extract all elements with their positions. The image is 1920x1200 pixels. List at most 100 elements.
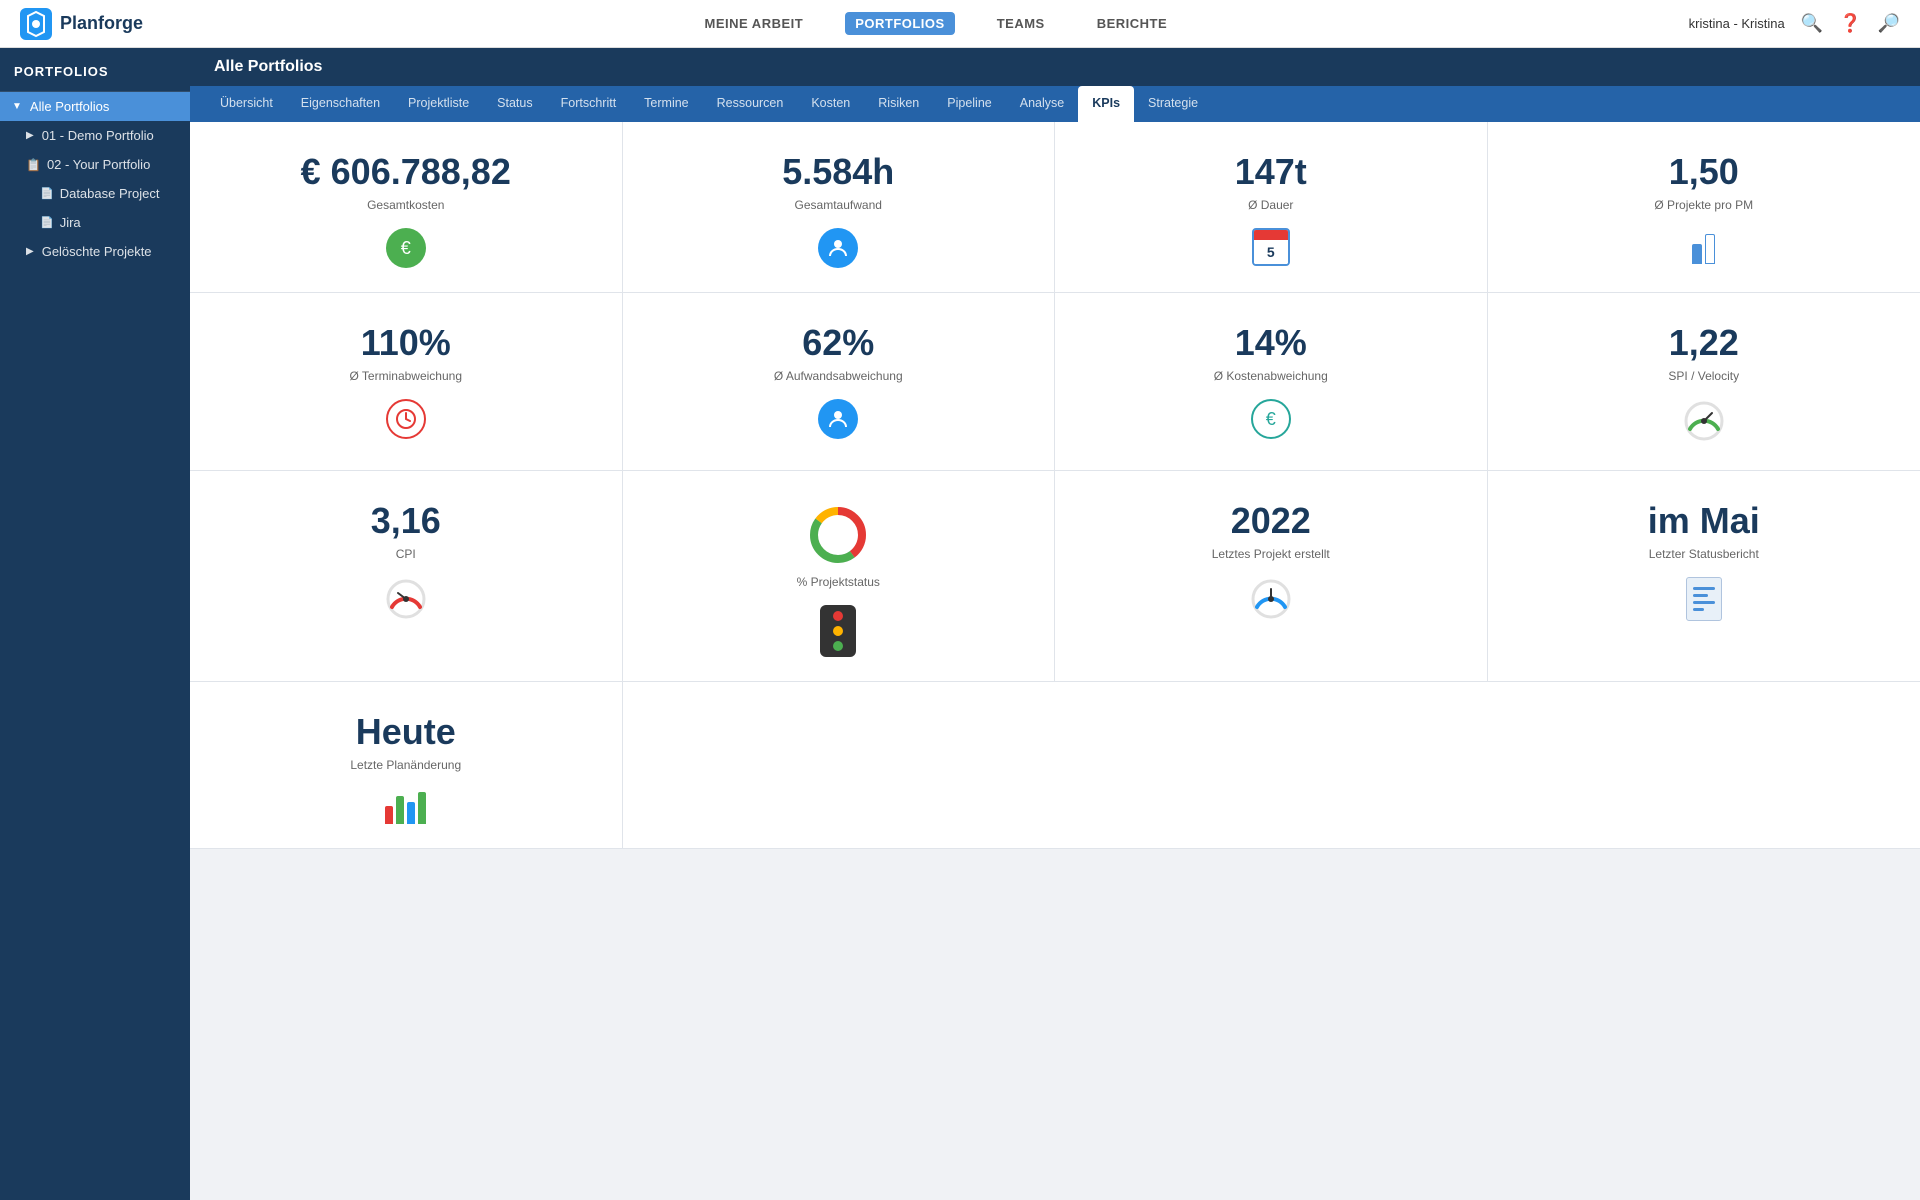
sidebar: PORTFOLIOS ▼ Alle Portfolios ▶ 01 - Demo… xyxy=(0,48,190,1200)
nav-teams[interactable]: TEAMS xyxy=(987,12,1055,35)
tab-kpis[interactable]: KPIs xyxy=(1078,86,1134,122)
kpi-row-4: Heute Letzte Planänderung xyxy=(190,682,1920,849)
kpi-projekte-pm: 1,50 Ø Projekte pro PM xyxy=(1488,122,1920,293)
tab-ubersicht[interactable]: Übersicht xyxy=(206,86,287,122)
kpi-kostenabweichung-icon-wrap: € xyxy=(1251,399,1291,439)
kpi-projektstatus: % Projektstatus xyxy=(623,471,1056,682)
help-icon[interactable]: ❓ xyxy=(1839,13,1861,34)
kpi-gesamtkosten-value: € 606.788,82 xyxy=(301,154,511,190)
nav-meine-arbeit[interactable]: MEINE ARBEIT xyxy=(695,12,814,35)
page-title: Alle Portfolios xyxy=(214,58,322,75)
person-circle-blue-icon xyxy=(818,399,858,439)
kpi-spi-velocity-label: SPI / Velocity xyxy=(1668,369,1739,383)
user-label[interactable]: kristina - Kristina xyxy=(1689,16,1785,31)
kpi-aufwandsabweichung-label: Ø Aufwandsabweichung xyxy=(774,369,903,383)
top-navigation: Planforge MEINE ARBEIT PORTFOLIOS TEAMS … xyxy=(0,0,1920,48)
sidebar-item-label: 02 - Your Portfolio xyxy=(47,157,150,172)
tab-analyse[interactable]: Analyse xyxy=(1006,86,1078,122)
kpi-spi-velocity-icon-wrap xyxy=(1682,399,1726,446)
sidebar-item-jira[interactable]: 📄 Jira xyxy=(0,208,190,237)
kpi-letztes-projekt-icon-wrap xyxy=(1249,577,1293,624)
sidebar-item-your-portfolio[interactable]: 📋 02 - Your Portfolio xyxy=(0,150,190,179)
kpi-dauer-label: Ø Dauer xyxy=(1248,198,1293,212)
kpi-projektstatus-icon-wrap xyxy=(820,605,856,657)
kpi-aufwandsabweichung: 62% Ø Aufwandsabweichung xyxy=(623,293,1056,471)
kpi-gesamtkosten-icon-wrap: € xyxy=(386,228,426,268)
kpi-row-3: 3,16 CPI xyxy=(190,471,1920,682)
nav-right: kristina - Kristina 🔍 ❓ 🔎 xyxy=(1689,13,1900,34)
kpi-letztes-projekt-label: Letztes Projekt erstellt xyxy=(1212,547,1330,561)
main-content: Alle Portfolios Übersicht Eigenschaften … xyxy=(190,48,1920,1200)
speedometer-green-icon xyxy=(1682,399,1726,443)
kpi-gesamtaufwand: 5.584h Gesamtaufwand xyxy=(623,122,1056,293)
sidebar-item-label: 01 - Demo Portfolio xyxy=(42,128,154,143)
kpi-statusbericht: im Mai Letzter Statusbericht xyxy=(1488,471,1920,682)
kpi-empty-1 xyxy=(623,682,1056,849)
kpi-aufwandsabweichung-icon-wrap xyxy=(818,399,858,439)
kpi-row-1: € 606.788,82 Gesamtkosten € 5.584h Gesam… xyxy=(190,122,1920,293)
tab-kosten[interactable]: Kosten xyxy=(797,86,864,122)
tl-yellow xyxy=(833,626,843,636)
kpi-letzte-plananderung-value: Heute xyxy=(356,714,456,750)
kpi-terminabweichung-label: Ø Terminabweichung xyxy=(349,369,462,383)
kpi-letzte-plananderung-icon-wrap xyxy=(385,788,426,824)
tab-pipeline[interactable]: Pipeline xyxy=(933,86,1005,122)
tab-risiken[interactable]: Risiken xyxy=(864,86,933,122)
kpi-gesamtaufwand-icon-wrap xyxy=(818,228,858,268)
tab-eigenschaften[interactable]: Eigenschaften xyxy=(287,86,394,122)
tab-projektliste[interactable]: Projektliste xyxy=(394,86,483,122)
tab-strategie[interactable]: Strategie xyxy=(1134,86,1212,122)
kpi-letztes-projekt: 2022 Letztes Projekt erstellt xyxy=(1055,471,1488,682)
traffic-light-icon xyxy=(820,605,856,657)
kpi-letztes-projekt-value: 2022 xyxy=(1231,503,1311,539)
kpi-statusbericht-label: Letzter Statusbericht xyxy=(1649,547,1759,561)
kpi-projekte-pm-value: 1,50 xyxy=(1669,154,1739,190)
kpi-statusbericht-icon-wrap xyxy=(1686,577,1722,621)
kpi-cpi-value: 3,16 xyxy=(371,503,441,539)
tl-red xyxy=(833,611,843,621)
expand-icon: ▼ xyxy=(12,101,22,112)
euro-teal-icon: € xyxy=(1251,399,1291,439)
person-blue-icon xyxy=(818,228,858,268)
content-header: Alle Portfolios xyxy=(190,48,1920,86)
tab-ressourcen[interactable]: Ressourcen xyxy=(703,86,798,122)
kpi-dauer: 147t Ø Dauer 5 xyxy=(1055,122,1488,293)
kpi-kostenabweichung-label: Ø Kostenabweichung xyxy=(1214,369,1328,383)
report-icon xyxy=(1686,577,1722,621)
kpi-gesamtkosten: € 606.788,82 Gesamtkosten € xyxy=(190,122,623,293)
tab-fortschritt[interactable]: Fortschritt xyxy=(547,86,631,122)
sidebar-item-database[interactable]: 📄 Database Project xyxy=(0,179,190,208)
kpi-spi-velocity: 1,22 SPI / Velocity xyxy=(1488,293,1920,471)
sidebar-item-label: Jira xyxy=(60,215,81,230)
kpi-letzte-plananderung: Heute Letzte Planänderung xyxy=(190,682,623,849)
kpi-projekte-pm-label: Ø Projekte pro PM xyxy=(1654,198,1753,212)
tab-termine[interactable]: Termine xyxy=(630,86,702,122)
clock-red-icon xyxy=(386,399,426,439)
euro-green-icon: € xyxy=(386,228,426,268)
sidebar-item-geloschte[interactable]: ▶ Gelöschte Projekte xyxy=(0,237,190,266)
sidebar-item-label: Database Project xyxy=(60,186,160,201)
kpi-kostenabweichung-value: 14% xyxy=(1235,325,1307,361)
speedometer-blue-icon xyxy=(1249,577,1293,621)
logo-area[interactable]: Planforge xyxy=(20,8,143,40)
nav-berichte[interactable]: BERICHTE xyxy=(1087,12,1177,35)
report-line-1 xyxy=(1693,587,1715,590)
search-icon[interactable]: 🔍 xyxy=(1801,13,1823,34)
sidebar-folder-icon: 📋 xyxy=(26,158,41,172)
sidebar-item-alle-portfolios[interactable]: ▼ Alle Portfolios xyxy=(0,92,190,121)
report-line-3 xyxy=(1693,601,1715,604)
speedometer-red-icon xyxy=(384,577,428,621)
kpi-gesamtaufwand-label: Gesamtaufwand xyxy=(795,198,882,212)
kpi-row-2: 110% Ø Terminabweichung 62% Ø Aufwandsa xyxy=(190,293,1920,471)
kpi-letzte-plananderung-label: Letzte Planänderung xyxy=(350,758,461,772)
tab-status[interactable]: Status xyxy=(483,86,546,122)
nav-links: MEINE ARBEIT PORTFOLIOS TEAMS BERICHTE xyxy=(183,12,1689,35)
kpi-terminabweichung: 110% Ø Terminabweichung xyxy=(190,293,623,471)
expand-icon-2: ▶ xyxy=(26,130,34,141)
report-line-2 xyxy=(1693,594,1708,597)
settings-icon[interactable]: 🔎 xyxy=(1878,13,1900,34)
sidebar-item-demo-portfolio[interactable]: ▶ 01 - Demo Portfolio xyxy=(0,121,190,150)
nav-portfolios[interactable]: PORTFOLIOS xyxy=(845,12,955,35)
sidebar-doc-icon: 📄 xyxy=(40,187,54,200)
bar-4 xyxy=(418,792,426,824)
